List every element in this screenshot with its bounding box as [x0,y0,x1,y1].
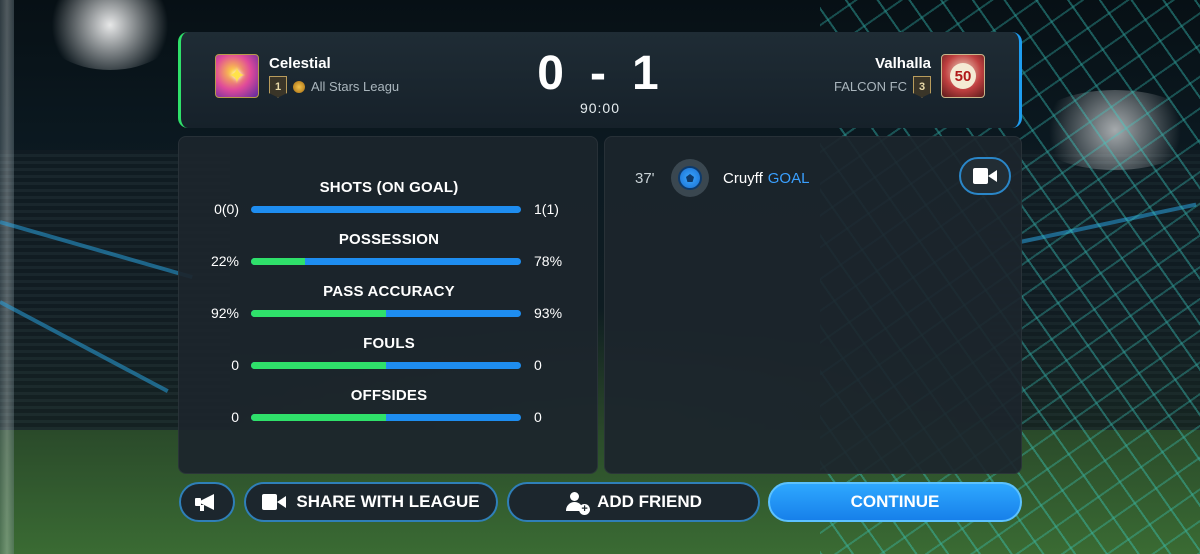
stat-row: OFFSIDES 0 0 [179,387,599,439]
stat-home-value: 92% [210,305,239,321]
stat-home-value: 0 [231,357,239,373]
event-type: GOAL [767,169,810,187]
event-row: 37' Cruyff GOAL [635,159,809,197]
stat-away-value: 0 [534,409,542,425]
floodlight [40,0,180,70]
stat-label: OFFSIDES [350,387,428,404]
stat-bar [251,206,521,213]
stat-label: PASS ACCURACY [323,283,455,300]
video-camera-icon [262,494,287,510]
away-crest-number: 50 [950,63,976,89]
stat-row: PASS ACCURACY 92% 93% [179,283,599,335]
stat-away-value: 93% [534,305,563,321]
ball-icon [671,159,709,197]
stat-label: POSSESSION [338,231,440,248]
stat-home-value: 0(0) [214,201,239,217]
video-camera-icon [973,168,997,184]
stat-away-value: 0 [534,357,542,373]
add-friend-button[interactable]: + ADD FRIEND [507,482,760,522]
home-score: 0 [537,47,568,100]
stat-label: FOULS [363,335,415,352]
stat-row: FOULS 0 0 [179,335,599,387]
away-rank-badge: 3 [913,75,931,98]
stat-away-value: 78% [534,253,563,269]
megaphone-icon [195,493,219,511]
stat-row: SHOTS (ON GOAL) 0(0) 1(1) [179,179,599,231]
event-minute: 37' [635,169,655,187]
share-button-label: SHARE WITH LEAGUE [296,492,480,511]
continue-label: CONTINUE [850,492,940,511]
away-score: 1 [631,47,663,100]
score-separator: - [590,47,610,100]
goal-post [0,0,14,554]
away-team-name: Valhalla [875,54,931,72]
match-stats-panel: SHOTS (ON GOAL) 0(0) 1(1) POSSESSION 22%… [178,136,598,474]
stat-bar [251,310,521,317]
stat-home-value: 0 [231,409,239,425]
away-club-name: FALCON FC [834,79,907,94]
stat-bar-home-fill [251,310,386,317]
away-team: 50 Valhalla FALCON FC 3 [824,54,985,98]
scoreboard: ✦ Celestial 1 All Stars Leagu 0-1 90:00 … [178,32,1022,128]
stat-bar-home-fill [251,414,386,421]
away-team-crest: 50 [941,54,985,98]
stat-bar [251,362,521,369]
event-player: Cruyff [723,169,763,187]
add-friend-label: ADD FRIEND [597,492,702,511]
stat-home-value: 22% [210,253,239,269]
replay-video-button[interactable] [959,157,1011,195]
stat-away-value: 1(1) [534,201,559,217]
stat-label: SHOTS (ON GOAL) [319,179,459,196]
match-time: 90:00 [579,100,621,116]
stat-bar-home-fill [251,362,386,369]
stat-bar-home-fill [251,258,305,265]
add-person-icon: + [565,492,591,515]
announce-button[interactable] [179,482,235,522]
continue-button[interactable]: CONTINUE [768,482,1022,522]
stat-bar [251,258,521,265]
share-with-league-button[interactable]: SHARE WITH LEAGUE [244,482,498,522]
match-events-panel: 37' Cruyff GOAL [604,136,1022,474]
stat-row: POSSESSION 22% 78% [179,231,599,283]
stat-bar [251,414,521,421]
